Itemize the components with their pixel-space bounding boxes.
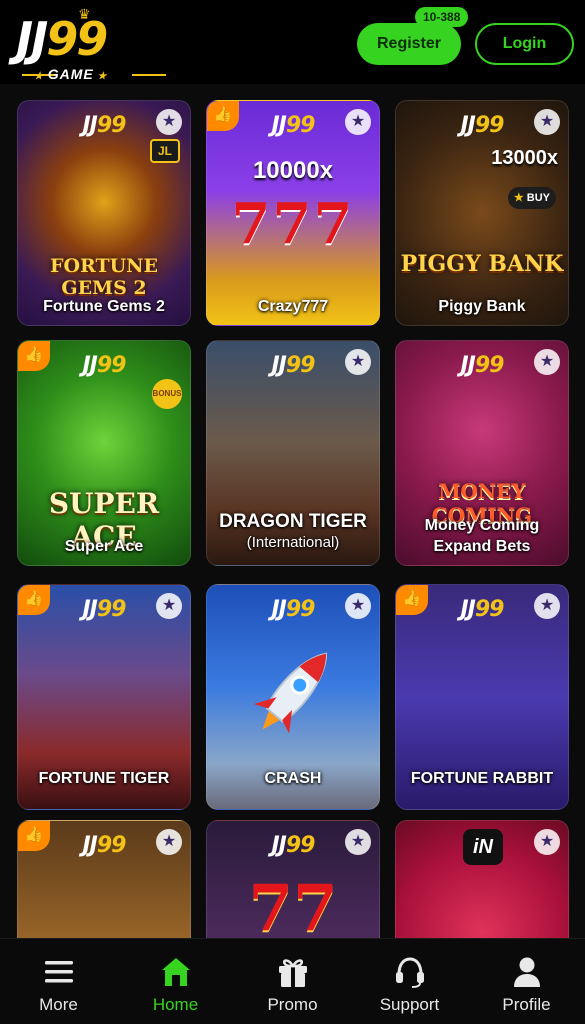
game-tile-sevens[interactable]: JJ99 ★ 77 xyxy=(206,820,380,938)
nav-home[interactable]: Home xyxy=(117,939,234,1024)
nav-label: Profile xyxy=(502,995,551,1014)
logo-divider xyxy=(132,74,166,76)
favorite-star-icon[interactable]: ★ xyxy=(534,349,560,375)
favorite-star-icon[interactable]: ★ xyxy=(534,593,560,619)
game-art-title: FORTUNE GEMS 2 xyxy=(49,255,159,299)
game-name: Crazy777 xyxy=(257,298,329,315)
register-button[interactable]: Register xyxy=(357,23,461,65)
game-tile-chicken[interactable]: iN ★ xyxy=(395,820,569,938)
favorite-star-icon[interactable]: ★ xyxy=(156,109,182,135)
menu-icon xyxy=(42,955,76,989)
game-tile-money-coming[interactable]: JJ99 ★ MONEY COMING Money Coming Expand … xyxy=(395,340,569,566)
nav-profile[interactable]: Profile xyxy=(468,939,585,1024)
favorite-star-icon[interactable]: ★ xyxy=(156,829,182,855)
provider-logo: iN xyxy=(463,829,503,865)
login-button[interactable]: Login xyxy=(475,23,574,65)
nav-label: More xyxy=(39,995,78,1014)
nav-label: Promo xyxy=(267,995,318,1014)
game-tile-cowgirl[interactable]: 👍 JJ99 ★ xyxy=(17,820,191,938)
sevens-art: 77 xyxy=(248,871,338,938)
max-multiplier: 13000x xyxy=(491,147,558,169)
gift-icon xyxy=(276,955,310,989)
favorite-star-icon[interactable]: ★ xyxy=(345,109,371,135)
bonus-badge: BONUS xyxy=(152,379,182,409)
game-tile-dragon-tiger[interactable]: JJ99 ★ DRAGON TIGER (International) xyxy=(206,340,380,566)
game-name: Money Coming Expand Bets xyxy=(424,517,540,555)
game-tile-fortune-rabbit[interactable]: 👍 JJ99 ★ FORTUNE RABBIT xyxy=(395,584,569,810)
favorite-star-icon[interactable]: ★ xyxy=(345,829,371,855)
game-name: Piggy Bank xyxy=(438,298,526,315)
game-grid: JJ99 ★ JL FORTUNE GEMS 2 Fortune Gems 2 … xyxy=(0,84,585,938)
favorite-star-icon[interactable]: ★ xyxy=(534,829,560,855)
favorite-star-icon[interactable]: ★ xyxy=(534,109,560,135)
favorite-star-icon[interactable]: ★ xyxy=(156,593,182,619)
nav-label: Support xyxy=(379,995,440,1014)
game-tile-fortune-gems-2[interactable]: JJ99 ★ JL FORTUNE GEMS 2 Fortune Gems 2 xyxy=(17,100,191,326)
nav-label: Home xyxy=(152,995,199,1014)
game-tile-crazy777[interactable]: 👍 JJ99 ★ 10000x 777 Crazy777 xyxy=(206,100,380,326)
game-tile-fortune-tiger[interactable]: 👍 JJ99 ★ FORTUNE TIGER xyxy=(17,584,191,810)
headset-icon xyxy=(393,955,427,989)
rocket-icon xyxy=(253,652,328,734)
nav-support[interactable]: Support xyxy=(351,939,468,1024)
game-name: FORTUNE RABBIT xyxy=(410,770,554,787)
tile-brand-logo: JJ99 xyxy=(82,353,127,378)
game-tile-crash[interactable]: JJ99 ★ CRASH xyxy=(206,584,380,810)
game-tile-piggy-bank[interactable]: JJ99 ★ 13000x ★ BUY PIGGY BANK Piggy Ban… xyxy=(395,100,569,326)
slot-reels-777: 777 xyxy=(231,191,355,257)
game-name: Super Ace xyxy=(64,538,144,555)
game-name: CRASH xyxy=(264,770,322,787)
logo-subtitle: ★ GAME ★ xyxy=(34,66,108,82)
nav-more[interactable]: More xyxy=(0,939,117,1024)
logo-wordmark: JJ99 xyxy=(16,12,108,66)
profile-icon xyxy=(510,955,544,989)
game-name: FORTUNE TIGER xyxy=(38,770,170,787)
game-art-title: PIGGY BANK xyxy=(400,251,564,277)
home-icon xyxy=(159,955,193,989)
jili-provider-badge: JL xyxy=(150,139,180,163)
nav-promo[interactable]: Promo xyxy=(234,939,351,1024)
game-tile-super-ace[interactable]: 👍 JJ99 BONUS SUPER ACE Super Ace xyxy=(17,340,191,566)
max-multiplier: 10000x xyxy=(252,157,334,184)
register-bonus-badge: 10-388 xyxy=(415,7,469,27)
jj99-game-logo[interactable]: ♛ JJ99 ★ GAME ★ xyxy=(16,6,176,82)
favorite-star-icon[interactable]: ★ xyxy=(345,593,371,619)
game-name: Fortune Gems 2 xyxy=(43,298,165,315)
game-name: DRAGON TIGER (International) xyxy=(219,511,367,551)
bottom-navigation: More Home Promo Support Profile xyxy=(0,938,585,1024)
buy-feature-badge: ★ BUY xyxy=(507,187,556,209)
favorite-star-icon[interactable]: ★ xyxy=(345,349,371,375)
top-header: ♛ JJ99 ★ GAME ★ Register 10-388 Login xyxy=(0,0,585,84)
